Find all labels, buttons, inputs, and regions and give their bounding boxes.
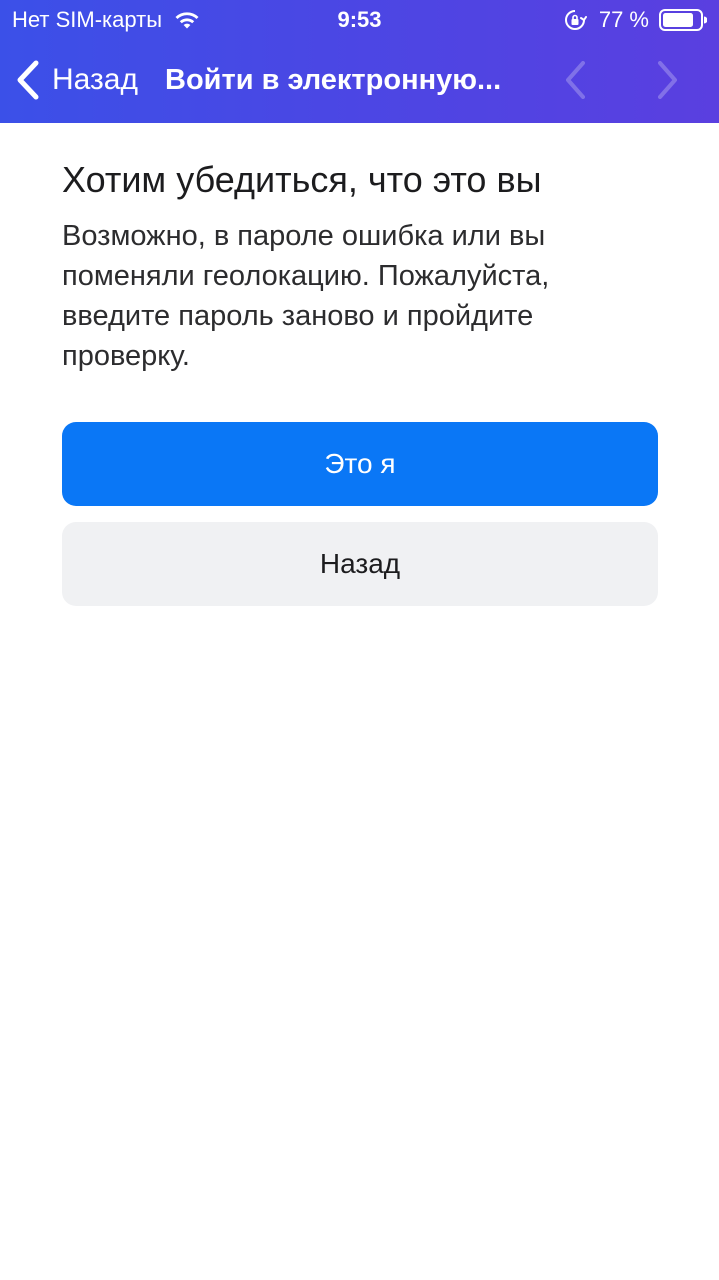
nav-prev-icon[interactable] [564, 60, 586, 100]
nav-bar: Назад Войти в электронную... [0, 48, 719, 112]
rotation-lock-icon [564, 10, 587, 30]
page-heading: Хотим убедиться, что это вы [62, 159, 542, 200]
nav-back-button[interactable]: Назад [14, 56, 138, 104]
battery-percent: 77 % [598, 7, 649, 32]
back-button[interactable]: Назад [62, 522, 658, 606]
battery-icon [659, 9, 707, 31]
status-bar: Нет SIM-карты 9:53 77 % [0, 0, 719, 40]
nav-next-icon[interactable] [657, 60, 679, 100]
chevron-left-icon [17, 60, 39, 100]
screen: Нет SIM-карты 9:53 77 % Назад Войти в эл… [0, 0, 719, 1280]
nav-title: Войти в электронную... [165, 64, 502, 96]
status-right: 77 % [563, 6, 707, 34]
nav-back-label: Назад [52, 63, 138, 96]
top-bar: Нет SIM-карты 9:53 77 % Назад Войти в эл… [0, 0, 719, 123]
content-area: Хотим убедиться, что это вы Возможно, в … [62, 150, 658, 376]
page-description: Возможно, в пароле ошибка или вы поменял… [62, 220, 550, 372]
confirm-identity-button[interactable]: Это я [62, 422, 658, 506]
